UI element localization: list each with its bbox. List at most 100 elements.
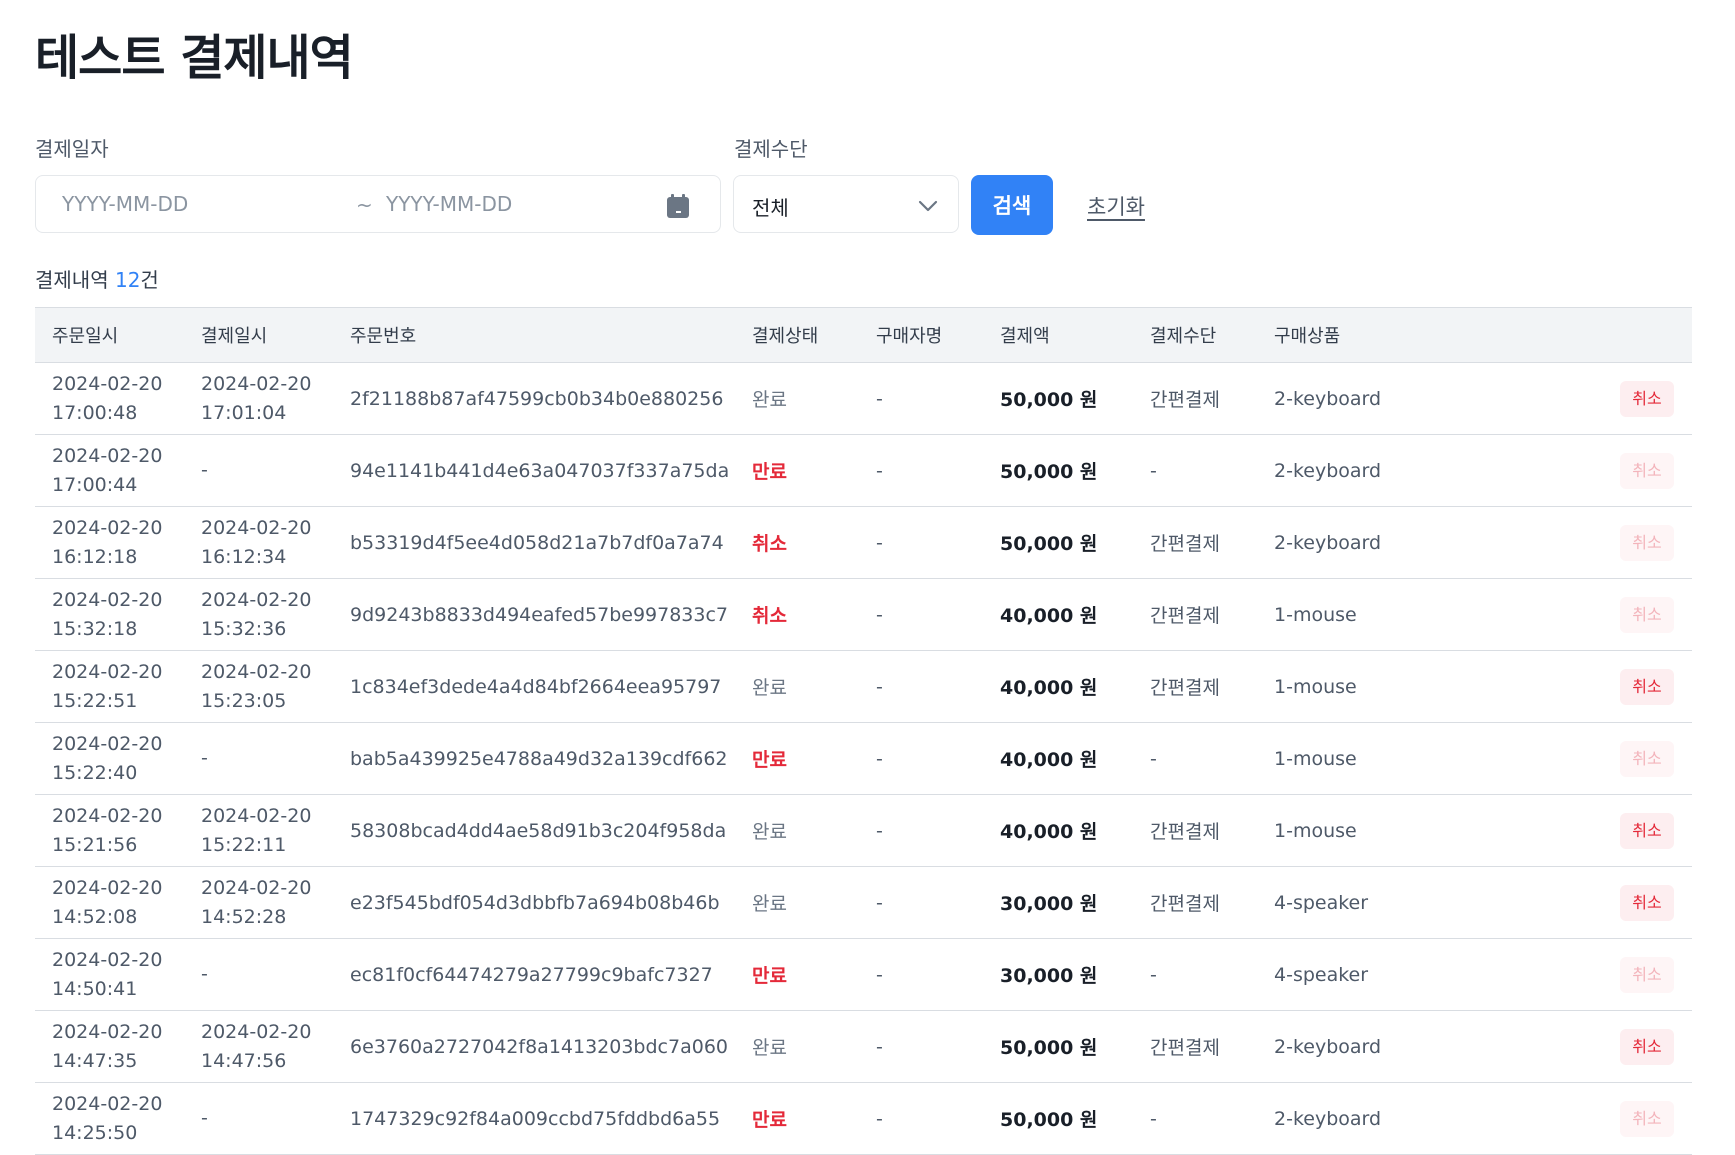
payment-status: 만료 xyxy=(735,434,859,507)
table-row[interactable]: 2024-02-20 15:21:56 2024-02-20 15:22:11 5830… xyxy=(35,794,1692,867)
search-button[interactable]: 검색 xyxy=(971,175,1053,235)
order-time: 14:52:08 xyxy=(52,905,138,928)
pay-datetime: - xyxy=(184,938,333,1011)
date-filter-label: 결제일자 xyxy=(35,137,109,161)
buyer-name: - xyxy=(859,866,983,939)
pay-date: 2024-02-20 xyxy=(201,660,312,683)
order-date: 2024-02-20 xyxy=(52,1092,163,1115)
reset-button[interactable]: 초기화 xyxy=(1087,191,1145,221)
order-date: 2024-02-20 xyxy=(52,948,163,971)
pay-datetime: 2024-02-20 15:22:11 xyxy=(184,794,333,867)
cancel-button[interactable]: 취소 xyxy=(1620,668,1674,705)
action-cell: 취소 xyxy=(1457,506,1692,579)
action-cell: 취소 xyxy=(1457,1010,1692,1083)
order-number: 94e1141b441d4e63a047037f337a75da xyxy=(333,434,735,507)
buyer-name: - xyxy=(859,578,983,651)
order-number: bab5a439925e4788a49d32a139cdf662 xyxy=(333,722,735,795)
payment-amount: 50,000 원 xyxy=(983,1010,1133,1083)
order-date: 2024-02-20 xyxy=(52,804,163,827)
action-cell: 취소 xyxy=(1457,866,1692,939)
buyer-name: - xyxy=(859,434,983,507)
action-cell: 취소 xyxy=(1457,722,1692,795)
order-time: 17:00:44 xyxy=(52,473,138,496)
action-cell: 취소 xyxy=(1457,794,1692,867)
order-number: 1747329c92f84a009ccbd75fddbd6a55 xyxy=(333,1082,735,1155)
cancel-button: 취소 xyxy=(1620,452,1674,489)
end-date-input[interactable] xyxy=(386,186,646,222)
payment-status: 완료 xyxy=(735,1010,859,1083)
col-method: 결제수단 xyxy=(1133,307,1257,363)
pay-date: - xyxy=(201,963,208,985)
order-date: 2024-02-20 xyxy=(52,372,163,395)
cancel-button[interactable]: 취소 xyxy=(1620,812,1674,849)
pay-datetime: 2024-02-20 15:23:05 xyxy=(184,650,333,723)
pay-time: 17:01:04 xyxy=(201,401,287,424)
order-number: e23f545bdf054d3dbbfb7a694b08b46b xyxy=(333,866,735,939)
payment-amount: 40,000 원 xyxy=(983,722,1133,795)
table-row[interactable]: 2024-02-20 15:32:18 2024-02-20 15:32:36 9d92… xyxy=(35,578,1692,651)
payment-amount: 30,000 원 xyxy=(983,938,1133,1011)
order-number: 9d9243b8833d494eafed57be997833c7 xyxy=(333,578,735,651)
calendar-icon[interactable] xyxy=(664,192,692,220)
method-filter-label: 결제수단 xyxy=(734,137,808,161)
cancel-button[interactable]: 취소 xyxy=(1620,884,1674,921)
cancel-button: 취소 xyxy=(1620,956,1674,993)
pay-datetime: 2024-02-20 15:32:36 xyxy=(184,578,333,651)
product-name: 2-keyboard xyxy=(1257,506,1457,579)
cancel-button: 취소 xyxy=(1620,524,1674,561)
pay-date: 2024-02-20 xyxy=(201,372,312,395)
table-row[interactable]: 2024-02-20 17:00:44 - 94e1141b441d4e63a0470… xyxy=(35,434,1692,507)
order-number: 1c834ef3dede4a4d84bf2664eea95797 xyxy=(333,650,735,723)
order-date: 2024-02-20 xyxy=(52,660,163,683)
order-time: 16:12:18 xyxy=(52,545,138,568)
table-row[interactable]: 2024-02-20 16:12:18 2024-02-20 16:12:34 b533… xyxy=(35,506,1692,579)
pay-datetime: 2024-02-20 16:12:34 xyxy=(184,506,333,579)
order-time: 15:22:40 xyxy=(52,761,138,784)
product-name: 2-keyboard xyxy=(1257,1010,1457,1083)
summary-label: 결제내역 xyxy=(35,268,109,292)
pay-time: 15:22:11 xyxy=(201,833,287,856)
payment-status: 완료 xyxy=(735,866,859,939)
col-status: 결제상태 xyxy=(735,307,859,363)
table-row[interactable]: 2024-02-20 17:00:48 2024-02-20 17:01:04 2f21… xyxy=(35,362,1692,435)
action-cell: 취소 xyxy=(1457,938,1692,1011)
table-row[interactable]: 2024-02-20 14:50:41 - ec81f0cf64474279a2779… xyxy=(35,938,1692,1011)
product-name: 1-mouse xyxy=(1257,794,1457,867)
buyer-name: - xyxy=(859,938,983,1011)
payment-status: 취소 xyxy=(735,506,859,579)
payment-status: 완료 xyxy=(735,794,859,867)
payment-status: 만료 xyxy=(735,722,859,795)
order-datetime: 2024-02-20 17:00:48 xyxy=(35,362,184,435)
buyer-name: - xyxy=(859,650,983,723)
order-datetime: 2024-02-20 16:12:18 xyxy=(35,506,184,579)
table-row[interactable]: 2024-02-20 14:25:50 - 1747329c92f84a009ccbd… xyxy=(35,1082,1692,1155)
pay-date: - xyxy=(201,1107,208,1129)
order-datetime: 2024-02-20 15:32:18 xyxy=(35,578,184,651)
pay-time: 14:47:56 xyxy=(201,1049,287,1072)
buyer-name: - xyxy=(859,1082,983,1155)
table-row[interactable]: 2024-02-20 14:52:08 2024-02-20 14:52:28 e23f… xyxy=(35,866,1692,939)
payment-table: 주문일시 결제일시 주문번호 결제상태 구매자명 결제액 결제수단 구매상품 2… xyxy=(35,307,1692,1155)
col-pay-date: 결제일시 xyxy=(184,307,333,363)
payment-method-select[interactable]: 전체 xyxy=(733,175,959,233)
table-row[interactable]: 2024-02-20 15:22:51 2024-02-20 15:23:05 1c83… xyxy=(35,650,1692,723)
product-name: 4-speaker xyxy=(1257,866,1457,939)
product-name: 2-keyboard xyxy=(1257,434,1457,507)
cancel-button: 취소 xyxy=(1620,596,1674,633)
order-time: 14:25:50 xyxy=(52,1121,138,1144)
buyer-name: - xyxy=(859,506,983,579)
table-row[interactable]: 2024-02-20 15:22:40 - bab5a439925e4788a49d3… xyxy=(35,722,1692,795)
result-summary: 결제내역 12건 xyxy=(35,264,159,293)
product-name: 1-mouse xyxy=(1257,650,1457,723)
payment-status: 완료 xyxy=(735,362,859,435)
cancel-button[interactable]: 취소 xyxy=(1620,380,1674,417)
pay-time: 15:32:36 xyxy=(201,617,287,640)
action-cell: 취소 xyxy=(1457,650,1692,723)
pay-datetime: - xyxy=(184,722,333,795)
date-separator: ~ xyxy=(356,193,373,217)
cancel-button[interactable]: 취소 xyxy=(1620,1028,1674,1065)
start-date-input[interactable] xyxy=(62,186,322,222)
order-datetime: 2024-02-20 15:22:51 xyxy=(35,650,184,723)
pay-time: 14:52:28 xyxy=(201,905,287,928)
table-row[interactable]: 2024-02-20 14:47:35 2024-02-20 14:47:56 6e37… xyxy=(35,1010,1692,1083)
